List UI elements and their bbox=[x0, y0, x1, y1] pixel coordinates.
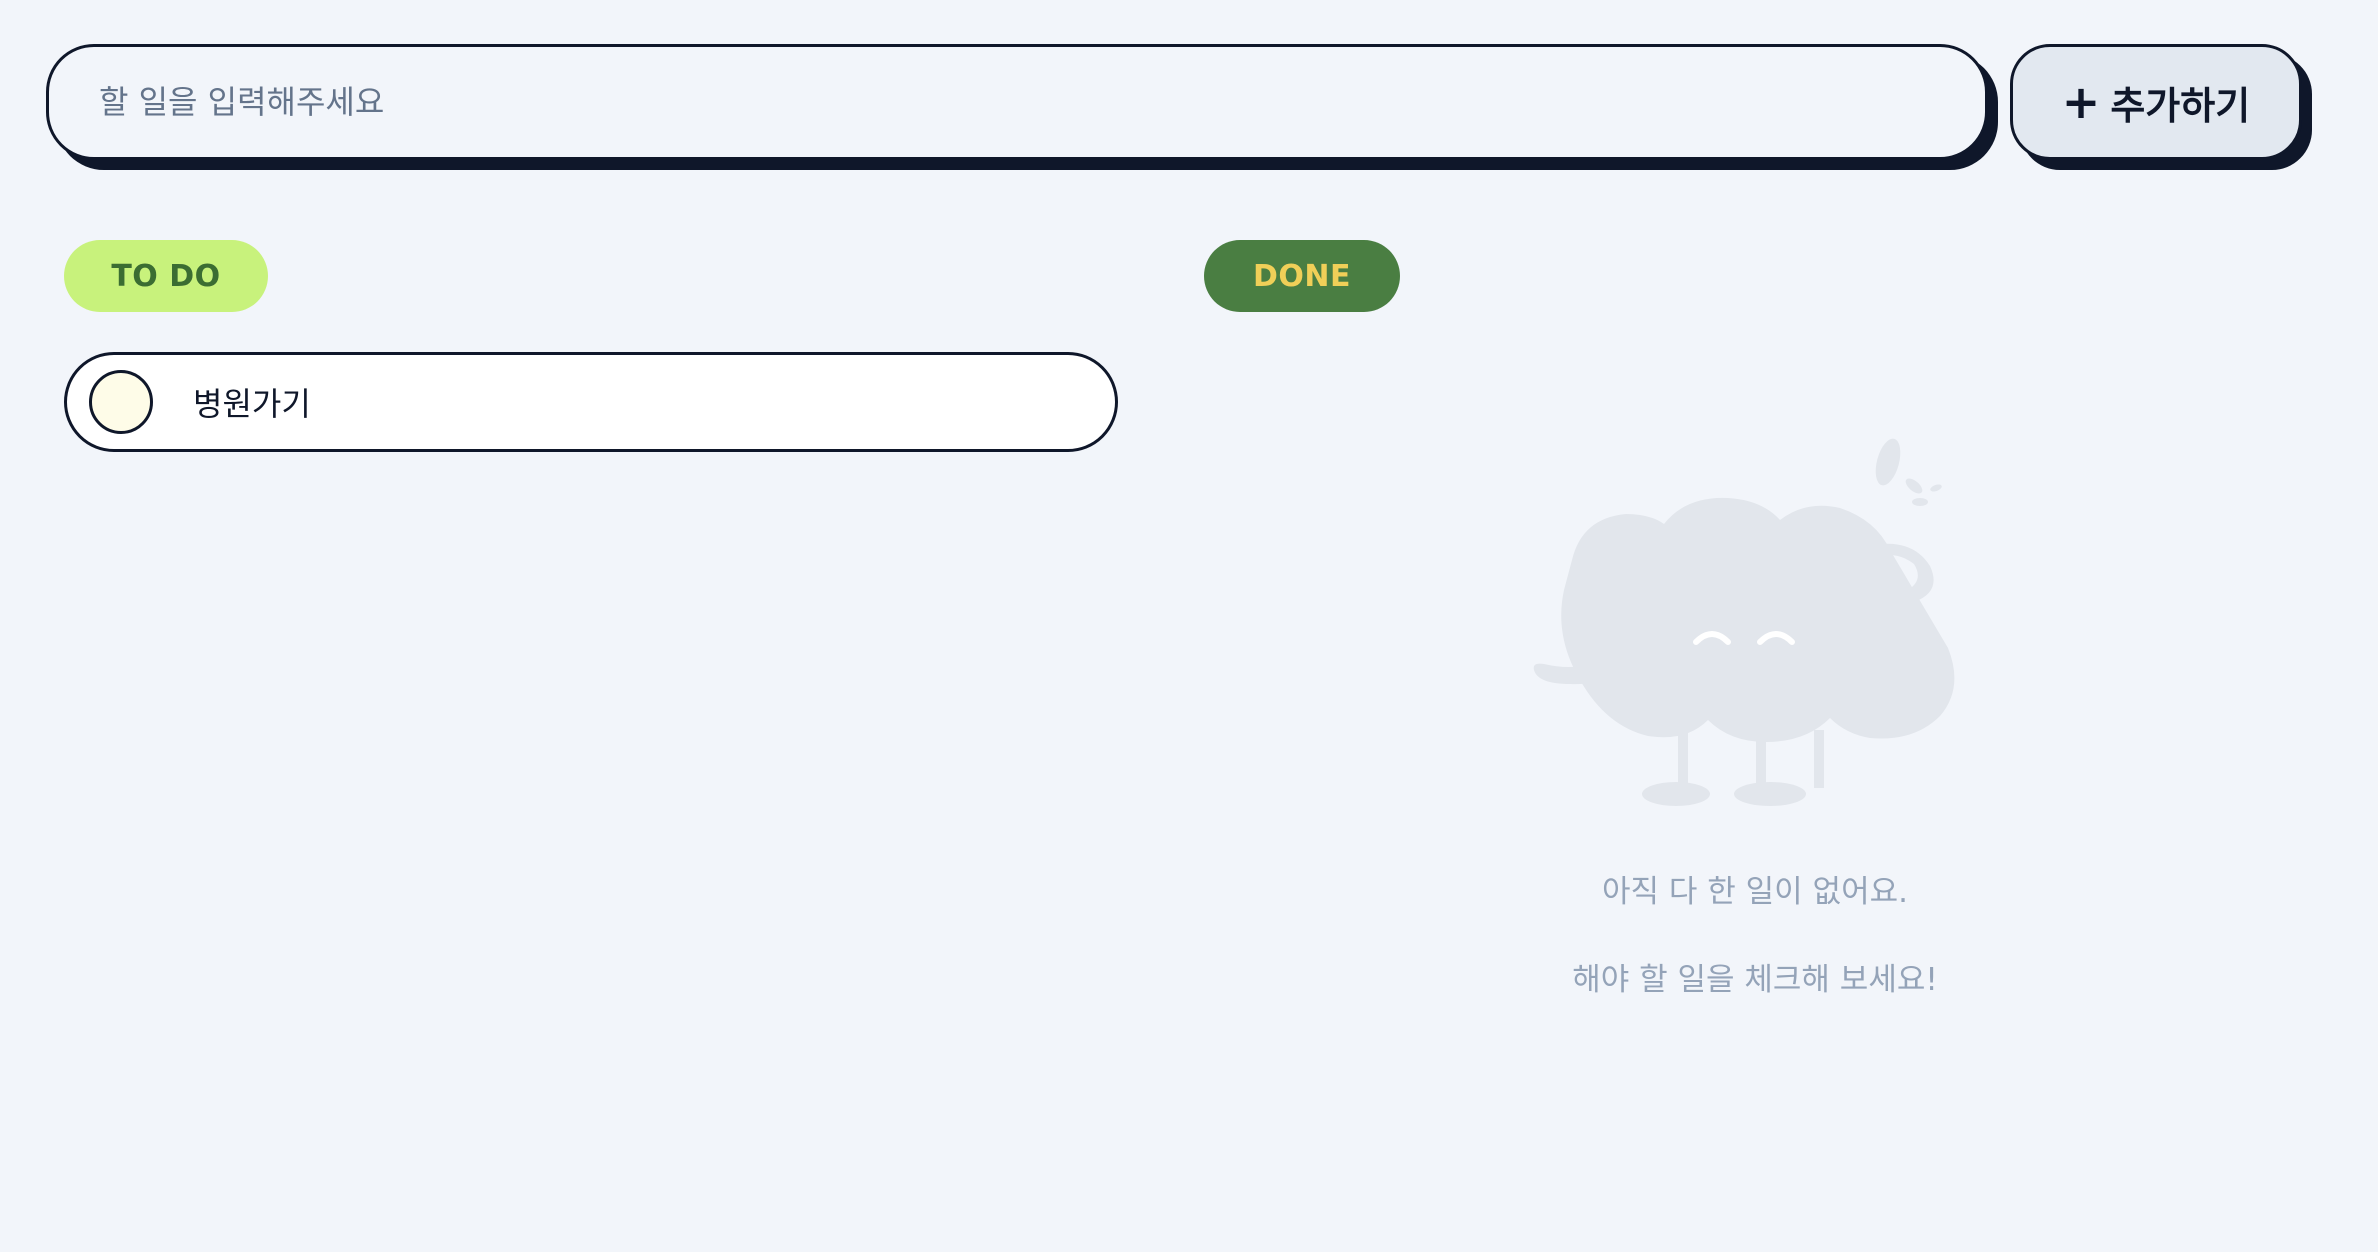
empty-mascot-illustration bbox=[1533, 438, 1955, 806]
empty-state-message: 아직 다 한 일이 없어요. bbox=[1602, 874, 1908, 910]
todo-input-container bbox=[46, 44, 1988, 160]
empty-state-hint: 해야 할 일을 체크해 보세요! bbox=[1572, 962, 1938, 998]
todo-section-badge: TO DO bbox=[64, 240, 268, 312]
todo-list-item[interactable]: 병원가기 bbox=[64, 352, 1118, 452]
todo-checkbox[interactable] bbox=[89, 370, 153, 434]
todo-app: + 추가하기 TO DO DONE 병원가기 bbox=[0, 0, 2378, 1252]
todo-item-text: 병원가기 bbox=[193, 385, 311, 423]
todo-input[interactable] bbox=[49, 47, 1985, 157]
add-button-label: 추가하기 bbox=[2110, 83, 2251, 128]
done-section-badge: DONE bbox=[1204, 240, 1400, 312]
add-todo-button[interactable]: + 추가하기 bbox=[2010, 44, 2302, 160]
plus-icon: + bbox=[2061, 75, 2101, 129]
